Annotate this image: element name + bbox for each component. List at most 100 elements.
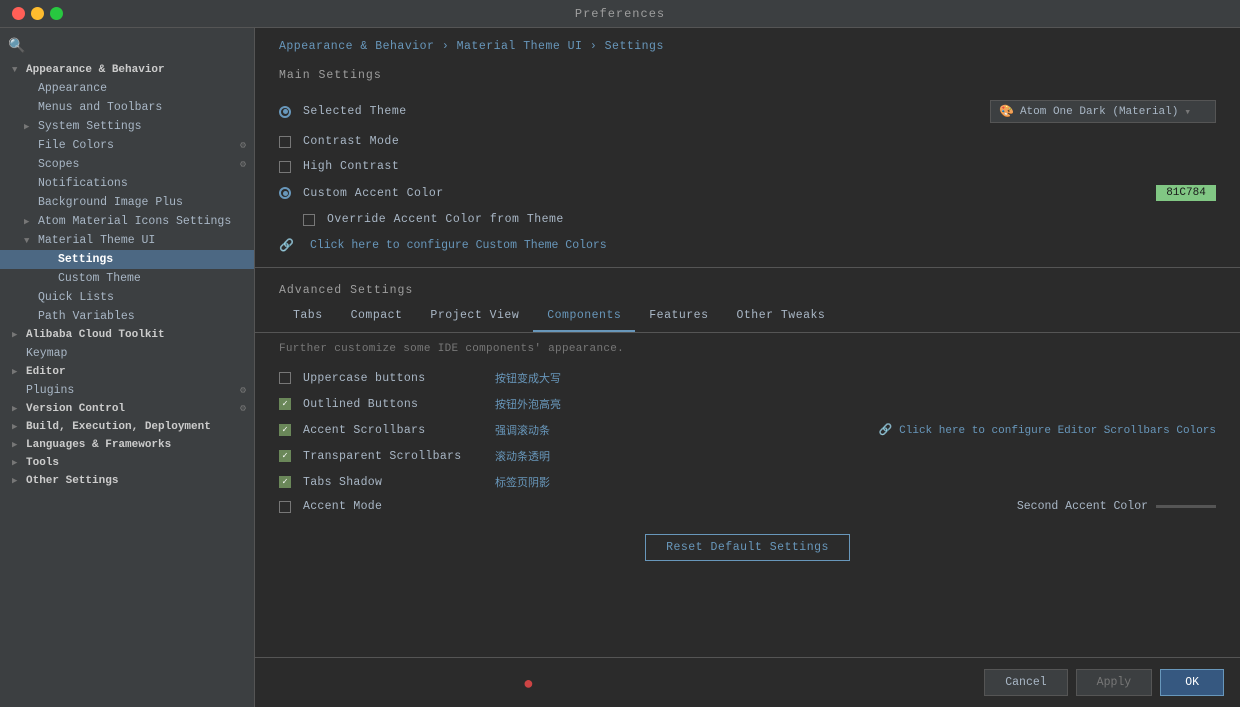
sidebar-item-background-image-plus[interactable]: Background Image Plus: [0, 193, 254, 212]
tab-other-tweaks[interactable]: Other Tweaks: [722, 301, 839, 332]
sidebar-item-atom-material-icons[interactable]: ▶Atom Material Icons Settings: [0, 212, 254, 231]
maximize-button[interactable]: [50, 7, 63, 20]
sidebar-item-label: Plugins: [26, 384, 74, 397]
search-icon: 🔍: [8, 38, 25, 55]
sidebar-item-other-settings[interactable]: ▶ Other Settings: [0, 472, 254, 490]
selected-theme-radio[interactable]: [279, 106, 291, 118]
accent-scrollbars-link[interactable]: 🔗 Click here to configure Editor Scrollb…: [879, 423, 1216, 437]
dropdown-arrow-icon: ▾: [1184, 105, 1191, 119]
sidebar-item-material-theme-ui[interactable]: ▼ Material Theme UI: [0, 231, 254, 250]
outlined-buttons-checkbox[interactable]: [279, 398, 291, 410]
second-accent-color: Second Accent Color: [1017, 500, 1216, 513]
contrast-mode-label: Contrast Mode: [303, 135, 1216, 148]
sidebar-item-label: Atom Material Icons Settings: [38, 215, 231, 228]
reset-default-button[interactable]: Reset Default Settings: [645, 534, 850, 561]
arrow-icon: ▶: [12, 476, 22, 486]
sidebar-item-plugins[interactable]: Plugins⚙: [0, 381, 254, 400]
sidebar-item-label: Notifications: [38, 177, 128, 190]
arrow-icon: ▶: [12, 440, 22, 450]
sidebar-item-path-variables[interactable]: Path Variables: [0, 307, 254, 326]
sidebar-item-alibaba-cloud-toolkit[interactable]: ▶ Alibaba Cloud Toolkit: [0, 326, 254, 344]
sidebar-item-label: Alibaba Cloud Toolkit: [26, 329, 165, 341]
override-accent-row: Override Accent Color from Theme: [255, 207, 1240, 232]
configure-custom-theme-link[interactable]: Click here to configure Custom Theme Col…: [310, 239, 607, 252]
accent-scrollbars-checkbox[interactable]: [279, 424, 291, 436]
sidebar-item-custom-theme[interactable]: Custom Theme: [0, 269, 254, 288]
sidebar-item-scopes[interactable]: Scopes⚙: [0, 155, 254, 174]
sidebar: 🔍 ▼Appearance & BehaviorAppearance Menus …: [0, 28, 255, 707]
tabs-shadow-label: Tabs Shadow: [303, 476, 483, 489]
arrow-icon: ▶: [12, 367, 22, 377]
cancel-button[interactable]: Cancel: [984, 669, 1067, 696]
search-bar[interactable]: 🔍: [0, 32, 254, 61]
sidebar-item-keymap[interactable]: Keymap: [0, 344, 254, 363]
override-accent-label: Override Accent Color from Theme: [327, 213, 1216, 226]
sidebar-item-label: Settings: [58, 253, 113, 266]
sidebar-item-label: Version Control: [26, 403, 125, 415]
tabs-shadow-checkbox[interactable]: [279, 476, 291, 488]
sidebar-item-label: Material Theme UI: [38, 234, 155, 247]
minimize-button[interactable]: [31, 7, 44, 20]
ok-button[interactable]: OK: [1160, 669, 1224, 696]
title-bar: Preferences: [0, 0, 1240, 28]
sidebar-item-label: System Settings: [38, 120, 142, 133]
sidebar-item-tools[interactable]: ▶ Tools: [0, 454, 254, 472]
accent-color-bar[interactable]: [1156, 505, 1216, 508]
arrow-icon: ▶: [24, 122, 34, 132]
contrast-mode-checkbox[interactable]: [279, 136, 291, 148]
apply-button: Apply: [1076, 669, 1153, 696]
close-button[interactable]: [12, 7, 25, 20]
selected-theme-row: Selected Theme 🎨 Atom One Dark (Material…: [255, 94, 1240, 129]
bottom-bar: ● Cancel Apply OK: [255, 657, 1240, 707]
sidebar-item-label: File Colors: [38, 139, 114, 152]
component-row-outlined-buttons: Outlined Buttons按钮外泡高亮: [279, 391, 1216, 417]
color-swatch[interactable]: 81C784: [1156, 185, 1216, 201]
second-accent-label: Second Accent Color: [1017, 500, 1148, 513]
sidebar-item-languages-frameworks[interactable]: ▶ Languages & Frameworks: [0, 436, 254, 454]
arrow-icon: ▼: [24, 236, 34, 246]
link-icon: 🔗: [279, 238, 294, 253]
help-icon[interactable]: ●: [523, 675, 534, 695]
transparent-scrollbars-desc: 滚动条透明: [495, 448, 1216, 464]
sidebar-item-file-colors[interactable]: File Colors⚙: [0, 136, 254, 155]
accent-mode-checkbox[interactable]: [279, 501, 291, 513]
sidebar-item-label: Other Settings: [26, 475, 118, 487]
high-contrast-checkbox[interactable]: [279, 161, 291, 173]
sidebar-item-settings[interactable]: Settings: [0, 250, 254, 269]
component-row-uppercase-buttons: Uppercase buttons 按钮变成大写: [279, 365, 1216, 391]
sidebar-item-version-control[interactable]: ▶Version Control⚙: [0, 400, 254, 418]
tab-tabs[interactable]: Tabs: [279, 301, 337, 332]
sidebar-item-label: Editor: [26, 366, 66, 378]
tab-project-view[interactable]: Project View: [416, 301, 533, 332]
sidebar-item-label: Menus and Toolbars: [38, 101, 162, 114]
custom-accent-radio[interactable]: [279, 187, 291, 199]
breadcrumb: Appearance & Behavior › Material Theme U…: [255, 28, 1240, 61]
arrow-icon: ▶: [12, 330, 22, 340]
tab-components[interactable]: Components: [533, 301, 635, 332]
theme-dropdown[interactable]: 🎨 Atom One Dark (Material) ▾: [990, 100, 1216, 123]
sidebar-item-appearance[interactable]: Appearance: [0, 79, 254, 98]
sidebar-item-appearance-behavior[interactable]: ▼Appearance & Behavior: [0, 61, 254, 79]
tab-compact[interactable]: Compact: [337, 301, 417, 332]
sidebar-item-menus-toolbars[interactable]: Menus and Toolbars: [0, 98, 254, 117]
sidebar-item-label: Tools: [26, 457, 59, 469]
uppercase-buttons-label: Uppercase buttons: [303, 372, 483, 385]
components-grid: Uppercase buttons 按钮变成大写 Outlined Buttons按…: [255, 361, 1240, 522]
component-row-tabs-shadow: Tabs Shadow标签页阴影: [279, 469, 1216, 495]
sidebar-item-editor[interactable]: ▶ Editor: [0, 363, 254, 381]
arrow-icon: ▶: [12, 458, 22, 468]
sidebar-item-build-execution-deployment[interactable]: ▶Build, Execution, Deployment: [0, 418, 254, 436]
sidebar-item-quick-lists[interactable]: Quick Lists: [0, 288, 254, 307]
transparent-scrollbars-checkbox[interactable]: [279, 450, 291, 462]
sidebar-item-notifications[interactable]: Notifications: [0, 174, 254, 193]
sidebar-item-system-settings[interactable]: ▶ System Settings: [0, 117, 254, 136]
sidebar-item-label: Languages & Frameworks: [26, 439, 171, 451]
uppercase-buttons-checkbox[interactable]: [279, 372, 291, 384]
window-title: Preferences: [575, 7, 665, 21]
reset-row: Reset Default Settings: [255, 522, 1240, 573]
uppercase-buttons-desc: 按钮变成大写: [495, 370, 1216, 386]
override-accent-checkbox[interactable]: [303, 214, 315, 226]
sidebar-item-label: Keymap: [26, 347, 67, 360]
tab-features[interactable]: Features: [635, 301, 722, 332]
window-controls[interactable]: [12, 7, 63, 20]
